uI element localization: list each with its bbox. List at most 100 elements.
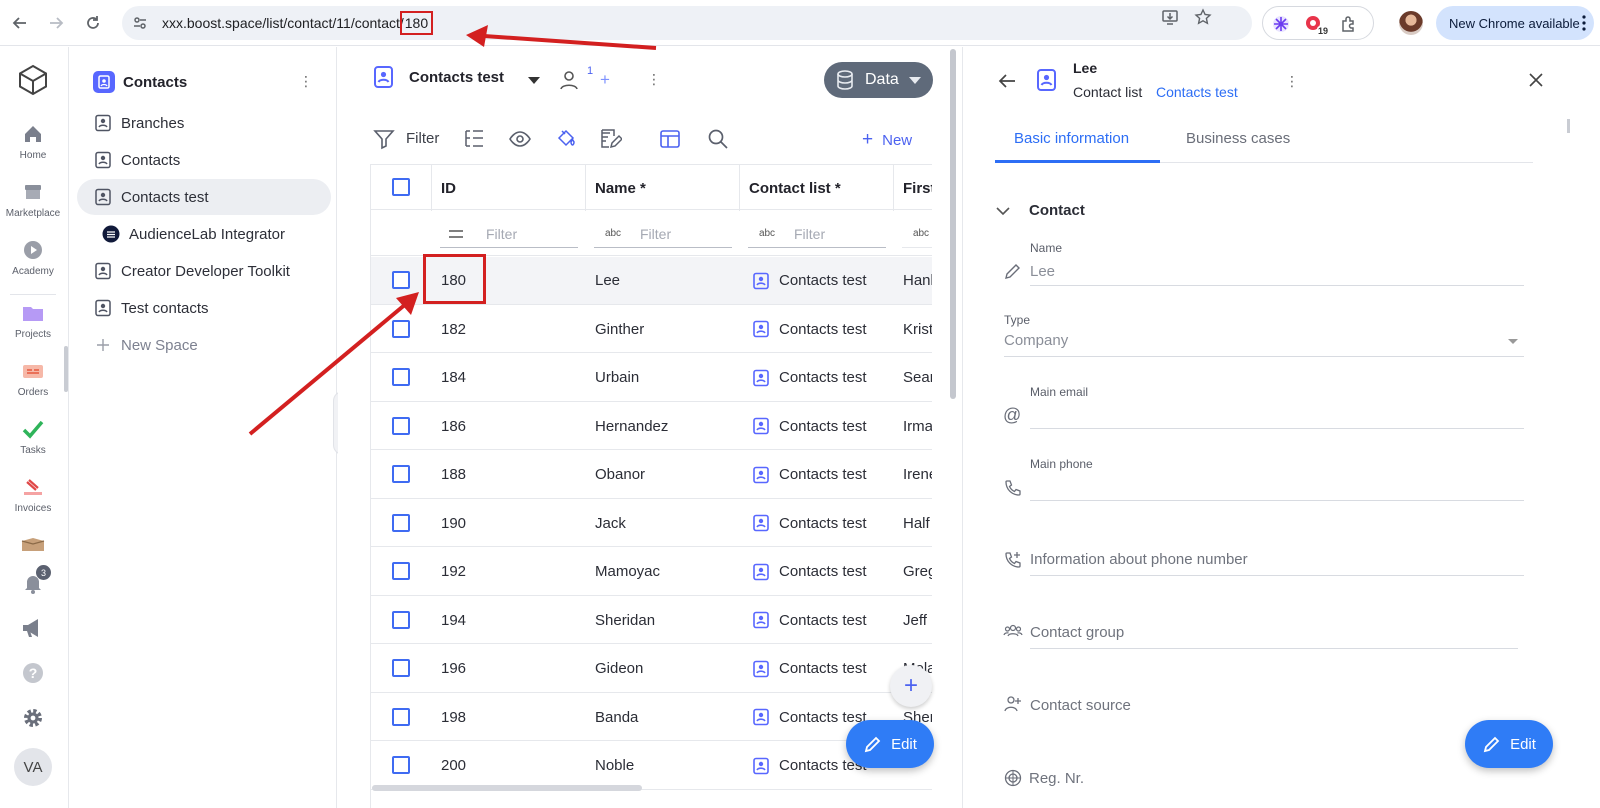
user-avatar[interactable]: VA bbox=[14, 748, 52, 786]
cell-id[interactable]: 200 bbox=[441, 742, 466, 789]
data-button[interactable]: Data bbox=[824, 62, 933, 98]
rail-item-marketplace[interactable]: Marketplace bbox=[0, 179, 66, 219]
list-menu-icon[interactable]: ⋮ bbox=[647, 71, 661, 88]
tab-business-cases[interactable]: Business cases bbox=[1186, 130, 1290, 147]
cell-first-name[interactable]: Jeff bbox=[903, 597, 927, 644]
list-horizontal-scrollbar[interactable] bbox=[372, 785, 642, 791]
name-filter-input[interactable]: abc Filter bbox=[594, 220, 732, 248]
table-row[interactable]: 192 Mamoyac Contacts test Greg bbox=[371, 548, 932, 596]
reload-icon[interactable] bbox=[81, 11, 105, 35]
cell-name[interactable]: Ginther bbox=[595, 306, 644, 353]
row-checkbox[interactable] bbox=[392, 659, 410, 677]
help-icon[interactable]: ? bbox=[21, 661, 45, 685]
cell-id[interactable]: 186 bbox=[441, 403, 466, 450]
address-bar[interactable]: xxx.boost.space/list/contact/11/contact/… bbox=[122, 6, 1252, 40]
announcements-megaphone-icon[interactable] bbox=[20, 616, 46, 640]
filter-funnel-icon[interactable] bbox=[372, 127, 396, 151]
back-arrow-icon[interactable] bbox=[8, 11, 32, 35]
rail-scrollbar[interactable] bbox=[64, 346, 68, 392]
paint-bucket-icon[interactable] bbox=[554, 127, 578, 151]
space-item-branches[interactable]: Branches bbox=[77, 105, 331, 141]
text-operator-icon[interactable]: abc bbox=[602, 228, 624, 239]
cell-id[interactable]: 184 bbox=[441, 354, 466, 401]
new-space-button[interactable]: New Space bbox=[77, 327, 331, 363]
row-checkbox[interactable] bbox=[392, 368, 410, 386]
cell-contact-list[interactable]: Contacts test bbox=[752, 500, 867, 547]
cell-contact-list[interactable]: Contacts test bbox=[752, 354, 867, 401]
cell-first-name[interactable]: Irma bbox=[903, 403, 932, 450]
cell-first-name[interactable]: Greg bbox=[903, 548, 932, 595]
row-checkbox[interactable] bbox=[392, 610, 410, 629]
settings-gear-icon[interactable] bbox=[21, 706, 45, 730]
cell-first-name[interactable]: Hank bbox=[903, 257, 932, 304]
cell-contact-list[interactable]: Contacts test bbox=[752, 645, 867, 692]
rail-item-projects[interactable]: Projects bbox=[0, 300, 66, 340]
cell-name[interactable]: Mamoyac bbox=[595, 548, 660, 595]
add-member-button[interactable]: + bbox=[600, 70, 610, 90]
contact-section-header[interactable]: Contact bbox=[995, 202, 1085, 219]
column-header-contact-list[interactable]: Contact list * bbox=[740, 165, 894, 211]
table-row[interactable]: 184 Urbain Contacts test Sean bbox=[371, 354, 932, 402]
extensions-puzzle-icon[interactable] bbox=[1339, 14, 1359, 34]
list-tree-icon[interactable] bbox=[462, 127, 486, 151]
extension-badge-icon[interactable]: 19 bbox=[1303, 14, 1330, 36]
row-checkbox[interactable] bbox=[392, 513, 410, 532]
table-row[interactable]: 196GideonContacts testMela bbox=[371, 645, 932, 693]
search-icon[interactable] bbox=[706, 127, 730, 151]
quick-add-button[interactable]: + bbox=[890, 665, 932, 707]
cell-name[interactable]: Noble bbox=[595, 742, 634, 789]
cell-name[interactable]: Gideon bbox=[595, 645, 643, 692]
filter-button-label[interactable]: Filter bbox=[406, 130, 439, 147]
list-edit-button[interactable]: Edit bbox=[846, 720, 934, 768]
space-item-contacts[interactable]: Contacts bbox=[77, 142, 331, 178]
column-header-name[interactable]: Name * bbox=[586, 165, 740, 211]
cell-name[interactable]: Lee bbox=[595, 257, 620, 304]
rail-item-invoices[interactable]: Invoices bbox=[0, 474, 66, 514]
table-row[interactable]: 190 Jack Contacts test Half bbox=[371, 500, 932, 547]
cell-contact-list[interactable]: Contacts test bbox=[752, 548, 867, 595]
id-filter-input[interactable]: Filter bbox=[440, 220, 578, 248]
cell-first-name[interactable]: Irene bbox=[903, 451, 932, 498]
space-item-test-contacts[interactable]: Test contacts bbox=[77, 290, 331, 326]
install-app-icon[interactable] bbox=[1160, 7, 1180, 27]
text-operator-icon[interactable]: abc bbox=[910, 228, 932, 239]
rail-item-home[interactable]: Home bbox=[0, 121, 66, 161]
cell-name[interactable]: Sheridan bbox=[595, 597, 655, 644]
cell-id[interactable]: 188 bbox=[441, 451, 466, 498]
record-list-link[interactable]: Contacts test bbox=[1156, 84, 1238, 100]
row-checkbox[interactable] bbox=[392, 707, 410, 726]
boost-space-logo-icon[interactable] bbox=[16, 63, 50, 97]
column-header-first-name[interactable]: First bbox=[894, 165, 932, 211]
cell-id[interactable]: 198 bbox=[441, 694, 466, 741]
cell-id[interactable]: 196 bbox=[441, 645, 466, 692]
row-checkbox[interactable] bbox=[392, 465, 410, 483]
new-record-button[interactable]: + New bbox=[862, 129, 912, 151]
row-checkbox[interactable] bbox=[392, 416, 410, 435]
cell-id[interactable]: 192 bbox=[441, 548, 466, 595]
cell-first-name[interactable]: Kristy bbox=[903, 306, 932, 353]
cell-contact-list[interactable]: Contacts test bbox=[752, 403, 867, 450]
eye-icon[interactable] bbox=[508, 127, 532, 151]
cell-name[interactable]: Hernandez bbox=[595, 403, 668, 450]
cell-contact-list[interactable]: Contacts test bbox=[752, 597, 867, 644]
profile-avatar[interactable] bbox=[1399, 11, 1423, 35]
cell-id[interactable]: 194 bbox=[441, 597, 466, 644]
equals-operator-icon[interactable] bbox=[448, 229, 470, 239]
chrome-menu-icon[interactable] bbox=[1576, 14, 1592, 32]
row-checkbox[interactable] bbox=[392, 319, 410, 338]
cell-name[interactable]: Obanor bbox=[595, 451, 645, 498]
rail-item-orders[interactable]: Orders bbox=[0, 358, 66, 398]
site-settings-icon[interactable] bbox=[130, 13, 150, 33]
row-checkbox[interactable] bbox=[392, 271, 410, 289]
rail-item-tasks[interactable]: Tasks bbox=[0, 416, 66, 456]
table-row[interactable]: 182 Ginther Contacts test Kristy bbox=[371, 306, 932, 353]
first-name-filter-input[interactable]: abc bbox=[902, 220, 932, 248]
space-menu-icon[interactable]: ⋮ bbox=[299, 73, 313, 90]
members-user-icon[interactable] bbox=[558, 69, 580, 91]
space-item-creator-toolkit[interactable]: Creator Developer Toolkit bbox=[77, 253, 331, 289]
chrome-update-button[interactable]: New Chrome available bbox=[1436, 6, 1594, 40]
text-operator-icon[interactable]: abc bbox=[756, 228, 778, 239]
list-vertical-scrollbar[interactable] bbox=[950, 49, 956, 399]
cell-first-name[interactable]: Sean bbox=[903, 354, 932, 401]
cell-contact-list[interactable]: Contacts test bbox=[752, 306, 867, 353]
